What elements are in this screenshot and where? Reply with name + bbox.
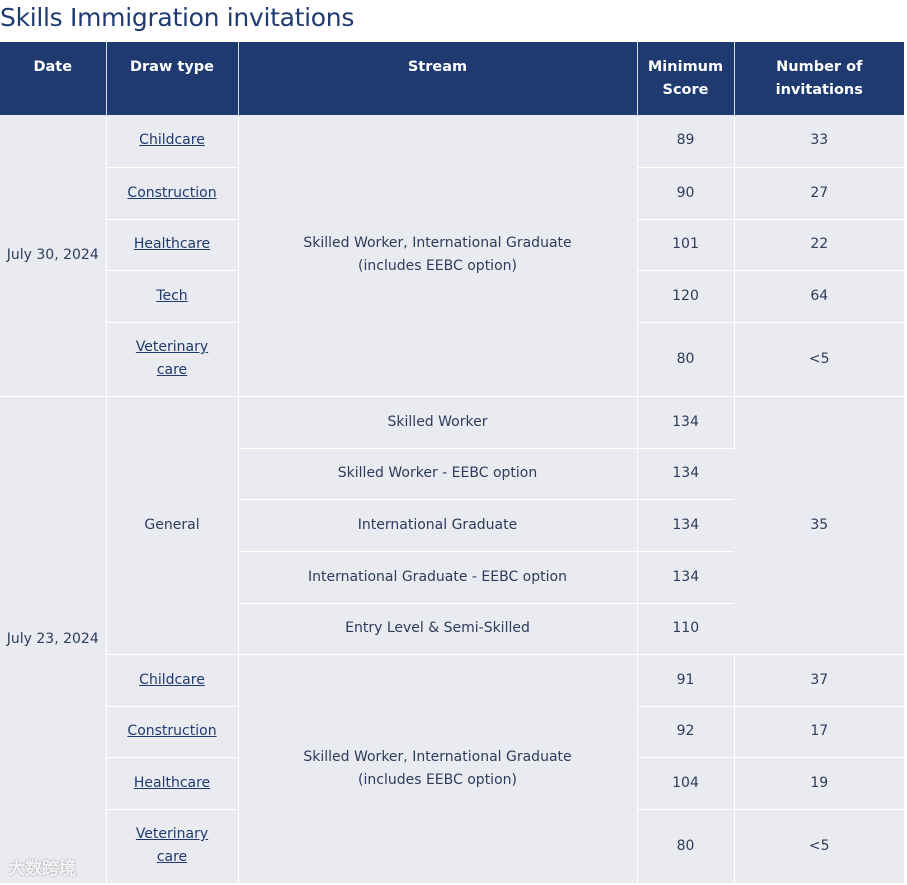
invites-cell: 19 — [734, 757, 904, 810]
header-minimum-score: Minimum Score — [637, 42, 735, 115]
draw-type-cell: Childcare — [106, 654, 239, 707]
draw-type-link-veterinary-care[interactable]: Veterinary care — [136, 826, 208, 865]
score-cell: 120 — [637, 270, 735, 323]
invites-cell: 27 — [734, 167, 904, 220]
header-stream: Stream — [238, 42, 638, 115]
score-cell: 134 — [637, 551, 734, 604]
draw-type-cell: Tech — [106, 270, 239, 323]
invites-cell: 35 — [734, 396, 904, 655]
draw-type-cell: Veterinary care — [106, 322, 239, 397]
table-row: July 23, 2024 General Skilled Worker 134… — [0, 396, 904, 884]
draw-type-cell: Healthcare — [106, 219, 239, 271]
stream-cell: Skilled Worker, International Graduate (… — [238, 115, 638, 397]
draw-type-cell: Construction — [106, 706, 239, 758]
invitations-table: Date Draw type Stream Minimum Score Numb… — [0, 42, 904, 884]
score-cell: 104 — [637, 757, 735, 810]
invites-cell: <5 — [734, 322, 904, 397]
draw-type-cell: Construction — [106, 167, 239, 220]
score-cell: 134 — [637, 396, 735, 449]
score-cell: 92 — [637, 706, 735, 758]
draw-type-link-construction[interactable]: Construction — [127, 723, 216, 739]
stream-cell: International Graduate - EEBC option — [238, 551, 638, 604]
header-date: Date — [0, 42, 107, 115]
stream-cell: Skilled Worker, International Graduate (… — [238, 654, 638, 884]
date-cell: July 30, 2024 — [0, 115, 107, 397]
invites-cell: 17 — [734, 706, 904, 758]
draw-type-cell: Childcare — [106, 115, 239, 168]
score-cell: 91 — [637, 654, 735, 707]
draw-type-link-childcare[interactable]: Childcare — [139, 132, 205, 148]
draw-type-link-veterinary-care[interactable]: Veterinary care — [136, 339, 208, 378]
invites-cell: <5 — [734, 809, 904, 884]
draw-type-cell: Veterinary care — [106, 809, 239, 884]
invites-cell: 22 — [734, 219, 904, 271]
score-cell: 134 — [637, 499, 734, 552]
score-cell: 90 — [637, 167, 735, 220]
invites-cell: 33 — [734, 115, 904, 168]
table-row: Childcare Skilled Worker, International … — [0, 654, 904, 884]
invites-cell: 37 — [734, 654, 904, 707]
score-cell: 80 — [637, 322, 735, 397]
score-cell: 134 — [637, 448, 734, 500]
date-cell: July 23, 2024 — [0, 396, 107, 884]
stream-cell: Skilled Worker - EEBC option — [238, 448, 638, 500]
score-cell: 101 — [637, 219, 735, 271]
draw-type-cell: General — [106, 396, 239, 655]
score-cell: 89 — [637, 115, 735, 168]
draw-type-cell: Healthcare — [106, 757, 239, 810]
table-header-row: Date Draw type Stream Minimum Score Numb… — [0, 42, 904, 115]
stream-cell: Skilled Worker — [238, 396, 638, 449]
draw-type-link-tech[interactable]: Tech — [156, 288, 187, 304]
draw-type-link-construction[interactable]: Construction — [127, 185, 216, 201]
score-cell: 110 — [637, 603, 734, 655]
draw-type-link-healthcare[interactable]: Healthcare — [134, 775, 210, 791]
stream-cell: International Graduate — [238, 499, 638, 552]
stream-cell: Entry Level & Semi-Skilled — [238, 603, 638, 655]
watermark: 大数跨境 — [8, 859, 76, 879]
table-row: July 30, 2024 Childcare Skilled Worker, … — [0, 115, 904, 397]
draw-type-link-healthcare[interactable]: Healthcare — [134, 236, 210, 252]
header-draw-type: Draw type — [106, 42, 239, 115]
score-cell: 80 — [637, 809, 735, 884]
page-title: Skills Immigration invitations — [0, 3, 355, 32]
header-number-of-invitations: Number of invitations — [734, 42, 904, 115]
invites-cell: 64 — [734, 270, 904, 323]
draw-type-link-childcare[interactable]: Childcare — [139, 672, 205, 688]
